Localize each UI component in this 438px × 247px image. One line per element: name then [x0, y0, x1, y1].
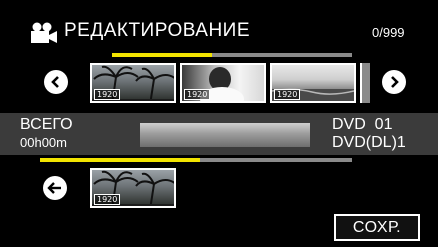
- selected-progress-bar: [40, 158, 200, 162]
- prev-button[interactable]: [44, 70, 68, 94]
- resolution-tag: 1920: [274, 89, 301, 100]
- disc-capacity-bar: [140, 123, 310, 147]
- disc-type: DVD(DL)1: [332, 134, 406, 151]
- resolution-tag: 1920: [94, 89, 121, 100]
- movie-camera-icon: [31, 22, 57, 43]
- total-label: ВСЕГО: [20, 116, 73, 133]
- selected-thumbnail[interactable]: 1920: [90, 168, 176, 208]
- next-button[interactable]: [382, 70, 406, 94]
- save-button-label: СОХР.: [352, 218, 402, 236]
- resolution-tag: 1920: [184, 89, 211, 100]
- save-button[interactable]: СОХР.: [334, 214, 420, 241]
- info-panel: ВСЕГО 00h00m DVD 01 DVD(DL)1: [0, 113, 438, 155]
- clip-counter: 0/999: [372, 25, 405, 40]
- strip-thumbnail[interactable]: 1920: [90, 63, 176, 103]
- strip-selection-bar: [112, 53, 212, 57]
- disc-label: DVD 01: [332, 116, 393, 133]
- back-button[interactable]: [43, 176, 67, 200]
- strip-thumbnail-partial: [360, 63, 370, 103]
- resolution-tag: 1920: [94, 194, 121, 205]
- page-title: РЕДАКТИРОВАНИЕ: [64, 20, 251, 41]
- chevron-left-circle-icon: [51, 76, 59, 88]
- chevron-right-circle-icon: [391, 76, 399, 88]
- arrow-left-circle-icon: [47, 182, 61, 194]
- strip-thumbnail-selected[interactable]: 1920: [180, 63, 266, 103]
- strip-thumbnail[interactable]: 1920: [270, 63, 356, 103]
- total-time: 00h00m: [20, 135, 67, 150]
